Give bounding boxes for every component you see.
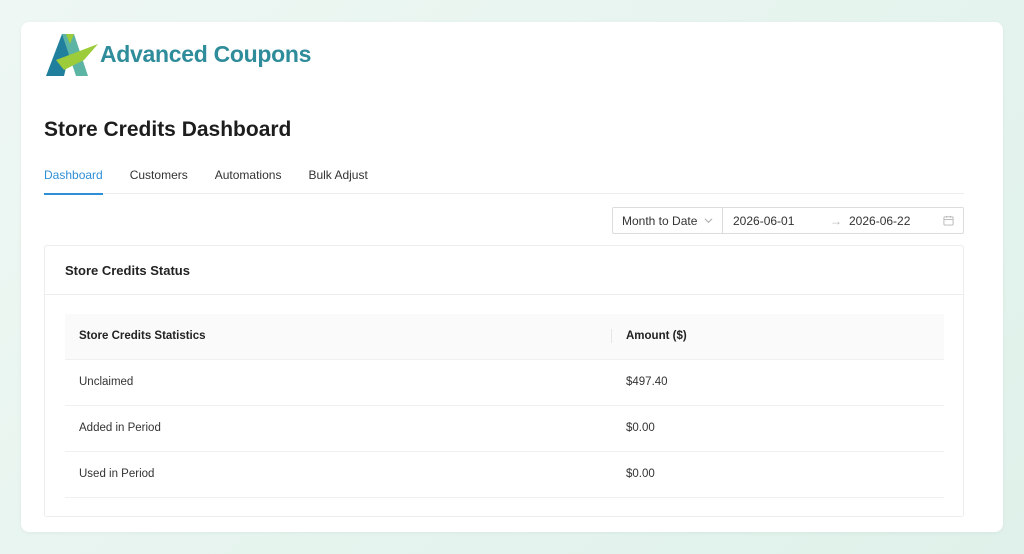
- row-amount: $497.40: [612, 359, 944, 406]
- row-amount: $0.00: [612, 451, 944, 498]
- table-row: Added in Period $0.00: [65, 405, 944, 452]
- column-header-statistics: Store Credits Statistics: [65, 314, 612, 360]
- brand-name: Advanced Coupons: [100, 40, 312, 67]
- row-label: Added in Period: [65, 405, 612, 452]
- table-header-row: Store Credits Statistics Amount ($): [65, 314, 944, 360]
- page-title: Store Credits Dashboard: [44, 118, 292, 141]
- chevron-down-icon: [704, 218, 713, 224]
- calendar-icon[interactable]: [943, 215, 954, 226]
- period-select-value: Month to Date: [622, 213, 698, 228]
- advanced-coupons-logo-icon: [46, 34, 98, 76]
- date-range-picker[interactable]: 2026-06-01 → 2026-06-22: [723, 207, 964, 234]
- table-row: Used in Period $0.00: [65, 451, 944, 498]
- date-filter: Month to Date 2026-06-01 → 2026-06-22: [612, 207, 964, 234]
- start-date-input[interactable]: 2026-06-01: [733, 214, 794, 228]
- tab-dashboard[interactable]: Dashboard: [44, 166, 103, 195]
- tab-bulk-adjust[interactable]: Bulk Adjust: [308, 166, 367, 194]
- store-credits-table: Store Credits Statistics Amount ($) Uncl…: [65, 314, 944, 498]
- column-header-amount: Amount ($): [612, 314, 944, 360]
- tab-customers[interactable]: Customers: [130, 166, 188, 194]
- range-arrow-icon: →: [830, 213, 842, 228]
- store-credits-status-panel: Store Credits Status Store Credits Stati…: [44, 245, 964, 517]
- row-amount: $0.00: [612, 405, 944, 452]
- tab-automations[interactable]: Automations: [215, 166, 282, 194]
- tab-bar: Dashboard Customers Automations Bulk Adj…: [44, 166, 964, 195]
- brand-logo[interactable]: Advanced Coupons: [44, 30, 311, 78]
- period-select[interactable]: Month to Date: [612, 207, 723, 234]
- panel-title: Store Credits Status: [45, 246, 963, 295]
- end-date-input[interactable]: 2026-06-22: [849, 214, 910, 228]
- row-label: Unclaimed: [65, 359, 612, 406]
- table-row: Unclaimed $497.40: [65, 359, 944, 406]
- dashboard-card: Advanced Coupons Store Credits Dashboard…: [21, 22, 1003, 532]
- row-label: Used in Period: [65, 451, 612, 498]
